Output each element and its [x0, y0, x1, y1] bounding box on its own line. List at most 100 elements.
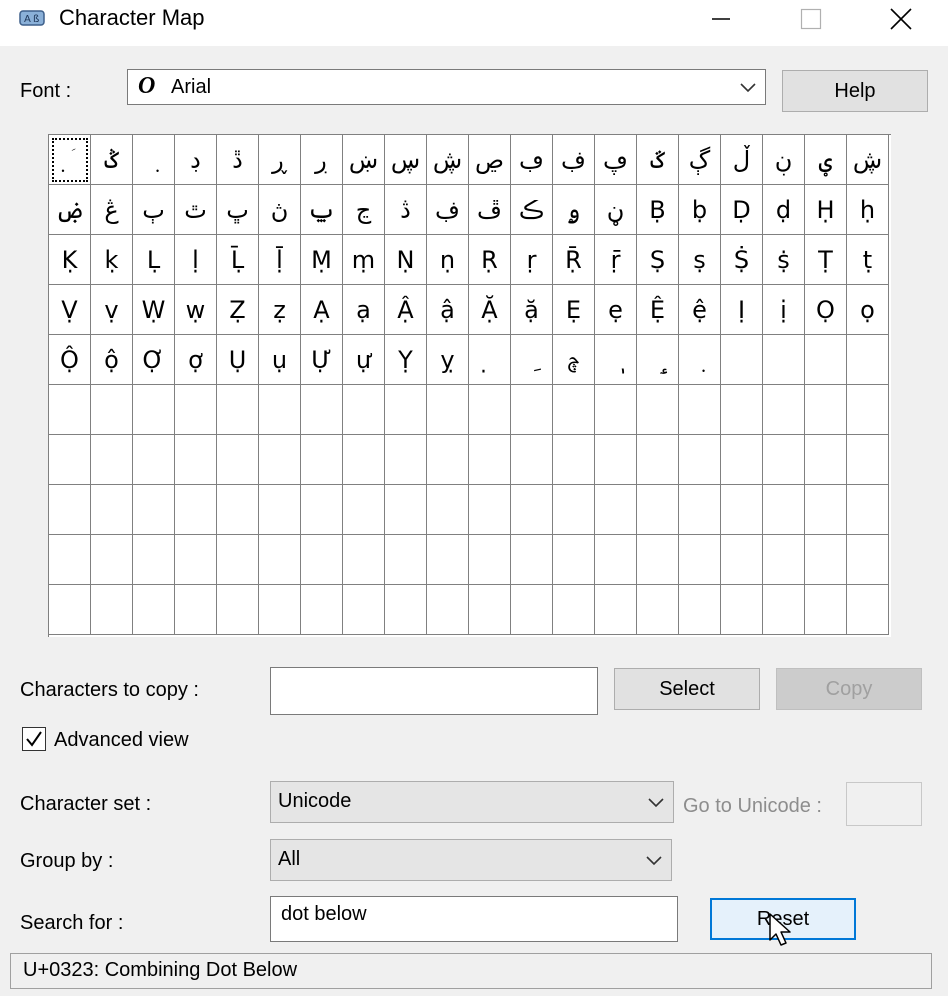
character-cell[interactable]: ښ [343, 135, 385, 185]
character-cell[interactable]: ḥ [847, 185, 889, 235]
character-cell[interactable]: ڣ [553, 135, 595, 185]
character-cell[interactable]: ặ [511, 285, 553, 335]
character-cell[interactable] [679, 485, 721, 535]
character-cell[interactable]: Ự [301, 335, 343, 385]
character-cell[interactable] [469, 485, 511, 535]
character-cell[interactable]: ṣ [679, 235, 721, 285]
character-cell[interactable]: Ṛ [469, 235, 511, 285]
search-input[interactable]: dot below [270, 896, 678, 942]
character-cell[interactable]: Ỵ [385, 335, 427, 385]
character-cell[interactable]: Ạ [301, 285, 343, 335]
character-cell[interactable]: ڀ [217, 185, 259, 235]
character-cell[interactable]: Ṃ [301, 235, 343, 285]
character-cell[interactable] [259, 585, 301, 635]
character-cell[interactable] [469, 535, 511, 585]
close-button[interactable] [866, 0, 936, 38]
character-cell[interactable] [553, 585, 595, 635]
character-cell[interactable]: ڣ [427, 185, 469, 235]
character-cell[interactable]: Ṣ [637, 235, 679, 285]
character-cell[interactable]: ḷ [175, 235, 217, 285]
character-cell[interactable]: ṛ [511, 235, 553, 285]
character-cell[interactable]: ڃ [343, 185, 385, 235]
character-cell[interactable] [133, 585, 175, 635]
character-grid[interactable]: ؘ̣ݣٜڊڐڕڔښڛڜڝڢڣڥػڳڵڹؠڜۻڠٻٿڀڽݐڃڎڣڦڪۄڼḄḅḌḍḤ… [48, 134, 891, 637]
character-cell[interactable]: ẉ [175, 285, 217, 335]
character-cell[interactable] [217, 435, 259, 485]
character-cell[interactable] [91, 535, 133, 585]
character-cell[interactable]: ڽ [259, 185, 301, 235]
character-cell[interactable]: Ṝ [553, 235, 595, 285]
character-cell[interactable]: ڼ [595, 185, 637, 235]
character-cell[interactable]: ị [763, 285, 805, 335]
character-cell[interactable]: ڕ [259, 135, 301, 185]
character-cell[interactable]: Ộ [49, 335, 91, 385]
character-cell[interactable]: ỵ [427, 335, 469, 385]
character-cell[interactable] [91, 485, 133, 535]
character-cell[interactable] [301, 585, 343, 635]
character-cell[interactable]: Ḹ [217, 235, 259, 285]
character-cell[interactable]: ḍ [763, 185, 805, 235]
character-cell[interactable] [217, 585, 259, 635]
character-cell[interactable] [595, 485, 637, 535]
character-cell[interactable]: ậ [427, 285, 469, 335]
character-cell[interactable] [805, 485, 847, 535]
go-to-unicode-input[interactable] [846, 782, 922, 826]
font-dropdown[interactable]: O Arial [127, 69, 766, 105]
character-cell[interactable]: ݣ [91, 135, 133, 185]
character-cell[interactable]: ِ [511, 335, 553, 385]
character-cell[interactable]: Ẉ [133, 285, 175, 335]
character-cell[interactable] [133, 535, 175, 585]
character-cell[interactable] [721, 585, 763, 635]
character-cell[interactable]: ṇ [427, 235, 469, 285]
character-cell[interactable]: ẓ [259, 285, 301, 335]
character-cell[interactable]: ؠ [805, 135, 847, 185]
character-cell[interactable] [847, 535, 889, 585]
character-cell[interactable] [175, 385, 217, 435]
character-cell[interactable] [91, 585, 133, 635]
character-set-dropdown[interactable]: Unicode [270, 781, 674, 823]
character-cell[interactable]: ػ [637, 135, 679, 185]
character-cell[interactable] [259, 435, 301, 485]
character-cell[interactable] [847, 585, 889, 635]
character-cell[interactable]: ڠ [91, 185, 133, 235]
character-cell[interactable] [763, 535, 805, 585]
character-cell[interactable] [49, 535, 91, 585]
character-cell[interactable]: ࣆ [553, 335, 595, 385]
character-cell[interactable] [49, 435, 91, 485]
character-cell[interactable] [595, 385, 637, 435]
character-cell[interactable]: ڵ [721, 135, 763, 185]
character-cell[interactable] [721, 535, 763, 585]
character-cell[interactable]: Ḥ [805, 185, 847, 235]
character-cell[interactable] [217, 535, 259, 585]
character-cell[interactable]: ۄ [553, 185, 595, 235]
minimize-button[interactable] [686, 0, 756, 38]
character-cell[interactable] [427, 435, 469, 485]
character-cell[interactable] [259, 385, 301, 435]
character-cell[interactable] [343, 435, 385, 485]
help-button[interactable]: Help [782, 70, 928, 112]
character-cell[interactable]: ṭ [847, 235, 889, 285]
character-cell[interactable]: ۻ [49, 185, 91, 235]
character-cell[interactable] [763, 435, 805, 485]
character-cell[interactable] [385, 535, 427, 585]
character-cell[interactable] [301, 385, 343, 435]
character-cell[interactable] [301, 435, 343, 485]
character-cell[interactable] [805, 535, 847, 585]
character-cell[interactable]: ẹ [595, 285, 637, 335]
character-cell[interactable] [301, 485, 343, 535]
character-cell[interactable]: ڹ [763, 135, 805, 185]
character-cell[interactable] [91, 435, 133, 485]
character-cell[interactable]: ݐ [301, 185, 343, 235]
character-cell[interactable] [763, 335, 805, 385]
character-cell[interactable] [385, 435, 427, 485]
character-cell[interactable] [427, 535, 469, 585]
character-cell[interactable]: ٟ [637, 335, 679, 385]
character-cell[interactable] [595, 585, 637, 635]
character-cell[interactable]: ڥ [595, 135, 637, 185]
character-cell[interactable] [553, 385, 595, 435]
character-cell[interactable]: Ệ [637, 285, 679, 335]
character-cell[interactable]: Ḅ [637, 185, 679, 235]
character-cell[interactable]: ộ [91, 335, 133, 385]
character-cell[interactable] [847, 485, 889, 535]
character-cell[interactable]: Ẓ [217, 285, 259, 335]
